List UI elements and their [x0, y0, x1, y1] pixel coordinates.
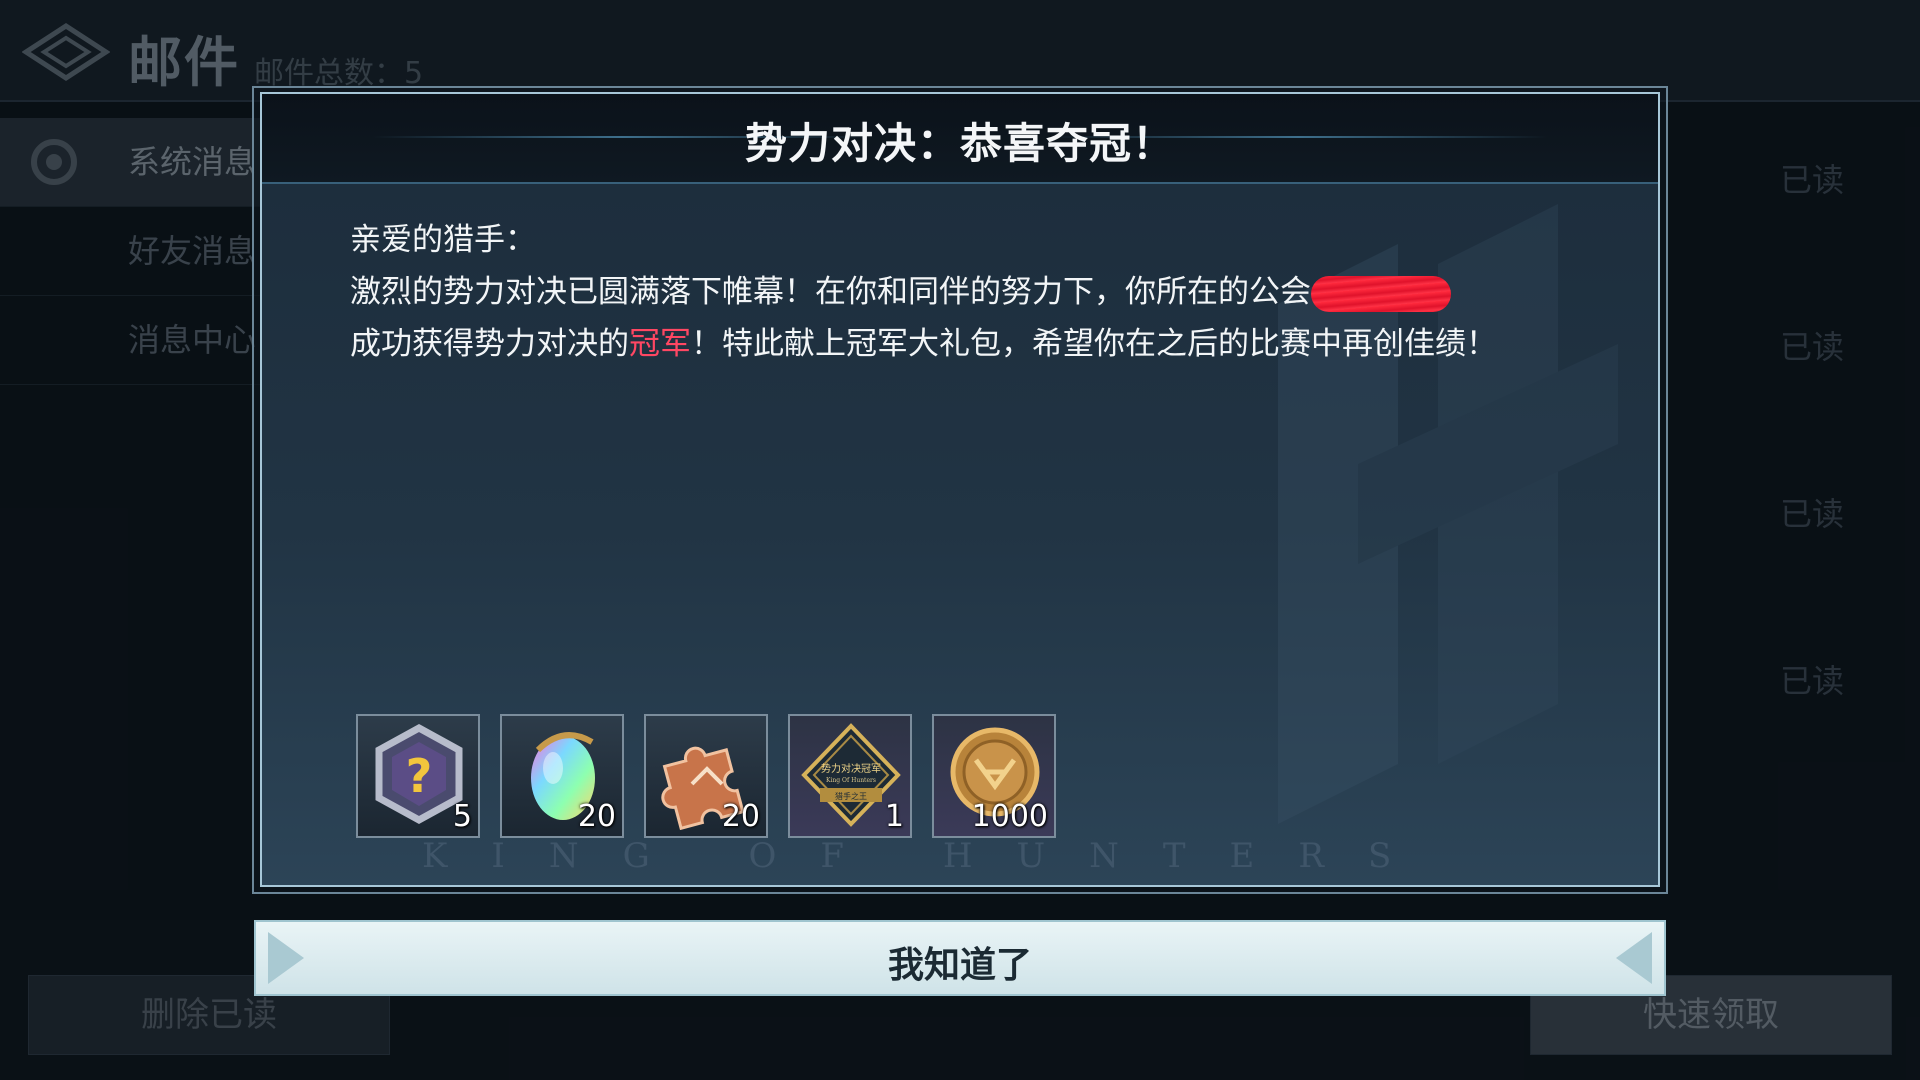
- dialog-title: 势力对决：恭喜夺冠！: [744, 119, 1175, 168]
- message-body: 激烈的势力对决已圆满落下帷幕！在你和同伴的努力下，你所在的公会 成功获得势力对决的…: [350, 266, 1570, 370]
- greeting: 亲爱的猎手：: [350, 222, 536, 258]
- reward-quantity: 20: [721, 799, 760, 834]
- confirm-label: 我知道了: [887, 945, 1032, 986]
- badge-subtext: King Of Hunters: [826, 777, 876, 784]
- reward-quantity: 5: [452, 799, 472, 834]
- chevron-left-icon: [1616, 932, 1652, 984]
- confirm-button[interactable]: 我知道了: [254, 920, 1666, 996]
- reward-quantity: 1000: [971, 799, 1048, 834]
- reward-quantity: 1: [884, 799, 904, 834]
- reward-item[interactable]: 势力对决冠军 King Of Hunters 猎手之王 1: [788, 714, 912, 838]
- reward-mail-dialog: KING OF HUNTERS 势力对决：恭喜夺冠！ 亲爱的猎手： 激烈的势力对…: [260, 92, 1660, 887]
- message-text: 成功获得势力对决的: [350, 326, 629, 362]
- svg-text:?: ?: [406, 749, 433, 803]
- message-text: ！特此献上冠军大礼包，希望你在之后的比赛中再创佳绩！: [691, 326, 1497, 362]
- reward-item[interactable]: 20: [644, 714, 768, 838]
- watermark-text: KING OF HUNTERS: [422, 836, 1436, 876]
- dialog-header: 势力对决：恭喜夺冠！: [262, 94, 1658, 184]
- reward-item[interactable]: 20: [500, 714, 624, 838]
- message-text: 激烈的势力对决已圆满落下帷幕！在你和同伴的努力下，你所在的公会: [350, 274, 1311, 310]
- reward-quantity: 20: [577, 799, 616, 834]
- badge-ribbon: 猎手之王: [835, 791, 867, 801]
- redacted-guild-name: [1311, 275, 1451, 312]
- champion-highlight: 冠军: [629, 326, 691, 362]
- reward-item[interactable]: ? 5: [356, 714, 480, 838]
- badge-text: 势力对决冠军: [821, 762, 881, 775]
- mail-message: 亲爱的猎手： 激烈的势力对决已圆满落下帷幕！在你和同伴的努力下，你所在的公会 成功…: [350, 214, 1570, 370]
- reward-item[interactable]: 1000: [932, 714, 1056, 838]
